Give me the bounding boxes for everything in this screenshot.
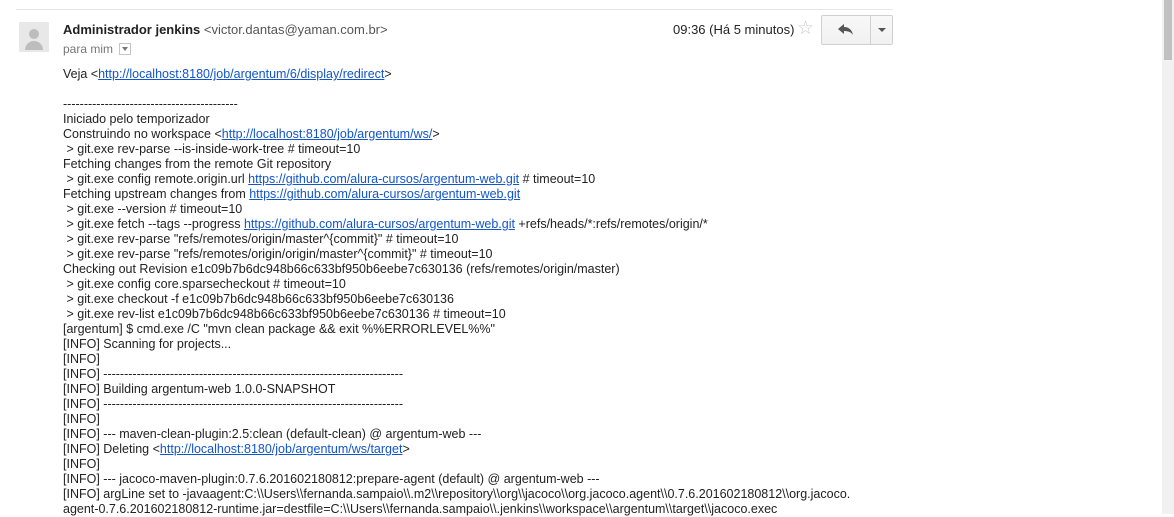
- star-icon[interactable]: ☆: [797, 18, 814, 40]
- message-body-line: [INFO] --- jacoco-maven-plugin:0.7.6.201…: [63, 472, 923, 487]
- line-text: [INFO] --- jacoco-maven-plugin:0.7.6.201…: [63, 472, 600, 486]
- line-text: [INFO] Building argentum-web 1.0.0-SNAPS…: [63, 382, 336, 396]
- line-text: Checking out Revision e1c09b7b6dc948b66c…: [63, 262, 620, 276]
- line-text: > git.exe rev-parse --is-inside-work-tre…: [63, 142, 361, 156]
- message-body-line: [INFO] ---------------------------------…: [63, 367, 923, 382]
- line-text: [INFO] argLine set to -javaagent:C:\\Use…: [63, 487, 851, 501]
- message-body-line: [INFO] ---------------------------------…: [63, 397, 923, 412]
- line-text: > git.exe checkout -f e1c09b7b6dc948b66c…: [63, 292, 454, 306]
- body-link[interactable]: https://github.com/alura-cursos/argentum…: [248, 172, 519, 186]
- message-body-line: [INFO]: [63, 457, 923, 472]
- message-body-line: [INFO] Building argentum-web 1.0.0-SNAPS…: [63, 382, 923, 397]
- line-text-suffix: >: [384, 67, 392, 81]
- body-link[interactable]: http://localhost:8180/job/argentum/6/dis…: [98, 67, 384, 81]
- message-body-line: > git.exe rev-parse --is-inside-work-tre…: [63, 142, 923, 157]
- line-text-suffix: +refs/heads/*:refs/remotes/origin/*: [514, 217, 708, 231]
- body-link[interactable]: https://github.com/alura-cursos/argentum…: [244, 217, 515, 231]
- sender-line: Administrador jenkins <victor.dantas@yam…: [63, 22, 388, 37]
- message-body-line: Checking out Revision e1c09b7b6dc948b66c…: [63, 262, 923, 277]
- line-text: ----------------------------------------…: [63, 97, 238, 111]
- message-body-line: ----------------------------------------…: [63, 97, 923, 112]
- message-body-line: > git.exe --version # timeout=10: [63, 202, 923, 217]
- message-body-line: [63, 82, 923, 97]
- message-body-line: [INFO] Scanning for projects...: [63, 337, 923, 352]
- line-text: [argentum] $ cmd.exe /C "mvn clean packa…: [63, 322, 495, 336]
- body-link[interactable]: https://github.com/alura-cursos/argentum…: [249, 187, 520, 201]
- reply-button[interactable]: [822, 16, 871, 44]
- line-text-suffix: # timeout=10: [519, 172, 596, 186]
- line-text: > git.exe config remote.origin.url: [63, 172, 249, 186]
- recipient-label: para mim: [63, 42, 114, 56]
- message-body-line: [INFO]: [63, 352, 923, 367]
- line-text: [INFO] ---------------------------------…: [63, 367, 403, 381]
- scrollbar-thumb[interactable]: [1164, 0, 1172, 60]
- message-body-line: Construindo no workspace <http://localho…: [63, 127, 923, 142]
- reply-button-group: [821, 15, 893, 45]
- line-text: > git.exe rev-parse "refs/remotes/origin…: [63, 247, 493, 261]
- message-body-line: [argentum] $ cmd.exe /C "mvn clean packa…: [63, 322, 923, 337]
- message-timestamp: 09:36 (Há 5 minutos): [673, 22, 795, 37]
- line-text: [INFO]: [63, 412, 100, 426]
- page-scrollbar[interactable]: [1162, 0, 1174, 514]
- message-body-line: > git.exe rev-parse "refs/remotes/origin…: [63, 232, 923, 247]
- message-body-line: > git.exe fetch --tags --progress https:…: [63, 217, 923, 232]
- body-link[interactable]: http://localhost:8180/job/argentum/ws/: [222, 127, 433, 141]
- message-body-line: > git.exe rev-list e1c09b7b6dc948b66c633…: [63, 307, 923, 322]
- line-text-suffix: >: [432, 127, 440, 141]
- message-body-line: > git.exe config remote.origin.url https…: [63, 172, 923, 187]
- message-body-line: > git.exe rev-parse "refs/remotes/origin…: [63, 247, 923, 262]
- line-text: [INFO]: [63, 457, 100, 471]
- line-text: > git.exe rev-parse "refs/remotes/origin…: [63, 232, 459, 246]
- message-top-divider: [16, 9, 893, 10]
- line-text: [INFO] --- maven-clean-plugin:2.5:clean …: [63, 427, 482, 441]
- chevron-down-icon: [877, 28, 886, 32]
- line-text: Construindo no workspace <: [63, 127, 222, 141]
- message-body-line: [INFO] Deleting <http://localhost:8180/j…: [63, 442, 923, 457]
- message-body-line: [INFO]: [63, 412, 923, 427]
- line-text: > git.exe rev-list e1c09b7b6dc948b66c633…: [63, 307, 506, 321]
- message-body-line: [INFO] argLine set to -javaagent:C:\\Use…: [63, 487, 923, 502]
- sender-email: <victor.dantas@yaman.com.br>: [203, 22, 388, 37]
- line-text: [INFO] Deleting <: [63, 442, 160, 456]
- more-options-button[interactable]: [871, 16, 892, 44]
- line-text: [INFO]: [63, 352, 100, 366]
- recipient-line: para mim: [63, 42, 132, 56]
- line-text: [INFO] Scanning for projects...: [63, 337, 232, 351]
- message-body: Veja <http://localhost:8180/job/argentum…: [63, 67, 923, 517]
- line-text: Veja <: [63, 67, 99, 81]
- message-body-line: Fetching changes from the remote Git rep…: [63, 157, 923, 172]
- line-text: [INFO] ---------------------------------…: [63, 397, 403, 411]
- line-text: Iniciado pelo temporizador: [63, 112, 210, 126]
- message-body-line: > git.exe checkout -f e1c09b7b6dc948b66c…: [63, 292, 923, 307]
- body-link[interactable]: http://localhost:8180/job/argentum/ws/ta…: [160, 442, 403, 456]
- line-text: > git.exe config core.sparsecheckout # t…: [63, 277, 346, 291]
- reply-arrow-icon: [838, 24, 853, 35]
- line-text: Fetching changes from the remote Git rep…: [63, 157, 332, 171]
- show-details-chevron-icon[interactable]: [119, 43, 132, 55]
- line-text: > git.exe fetch --tags --progress: [63, 217, 244, 231]
- line-text: Fetching upstream changes from: [63, 187, 250, 201]
- message-body-line: agent-0.7.6.201602180812-runtime.jar=des…: [63, 502, 923, 517]
- message-body-line: Fetching upstream changes from https://g…: [63, 187, 923, 202]
- line-text-suffix: >: [402, 442, 410, 456]
- message-body-line: Veja <http://localhost:8180/job/argentum…: [63, 67, 923, 82]
- default-avatar-icon[interactable]: [19, 22, 49, 52]
- message-body-line: > git.exe config core.sparsecheckout # t…: [63, 277, 923, 292]
- sender-name[interactable]: Administrador jenkins: [63, 22, 200, 37]
- message-body-line: Iniciado pelo temporizador: [63, 112, 923, 127]
- line-text: > git.exe --version # timeout=10: [63, 202, 243, 216]
- message-body-line: [INFO] --- maven-clean-plugin:2.5:clean …: [63, 427, 923, 442]
